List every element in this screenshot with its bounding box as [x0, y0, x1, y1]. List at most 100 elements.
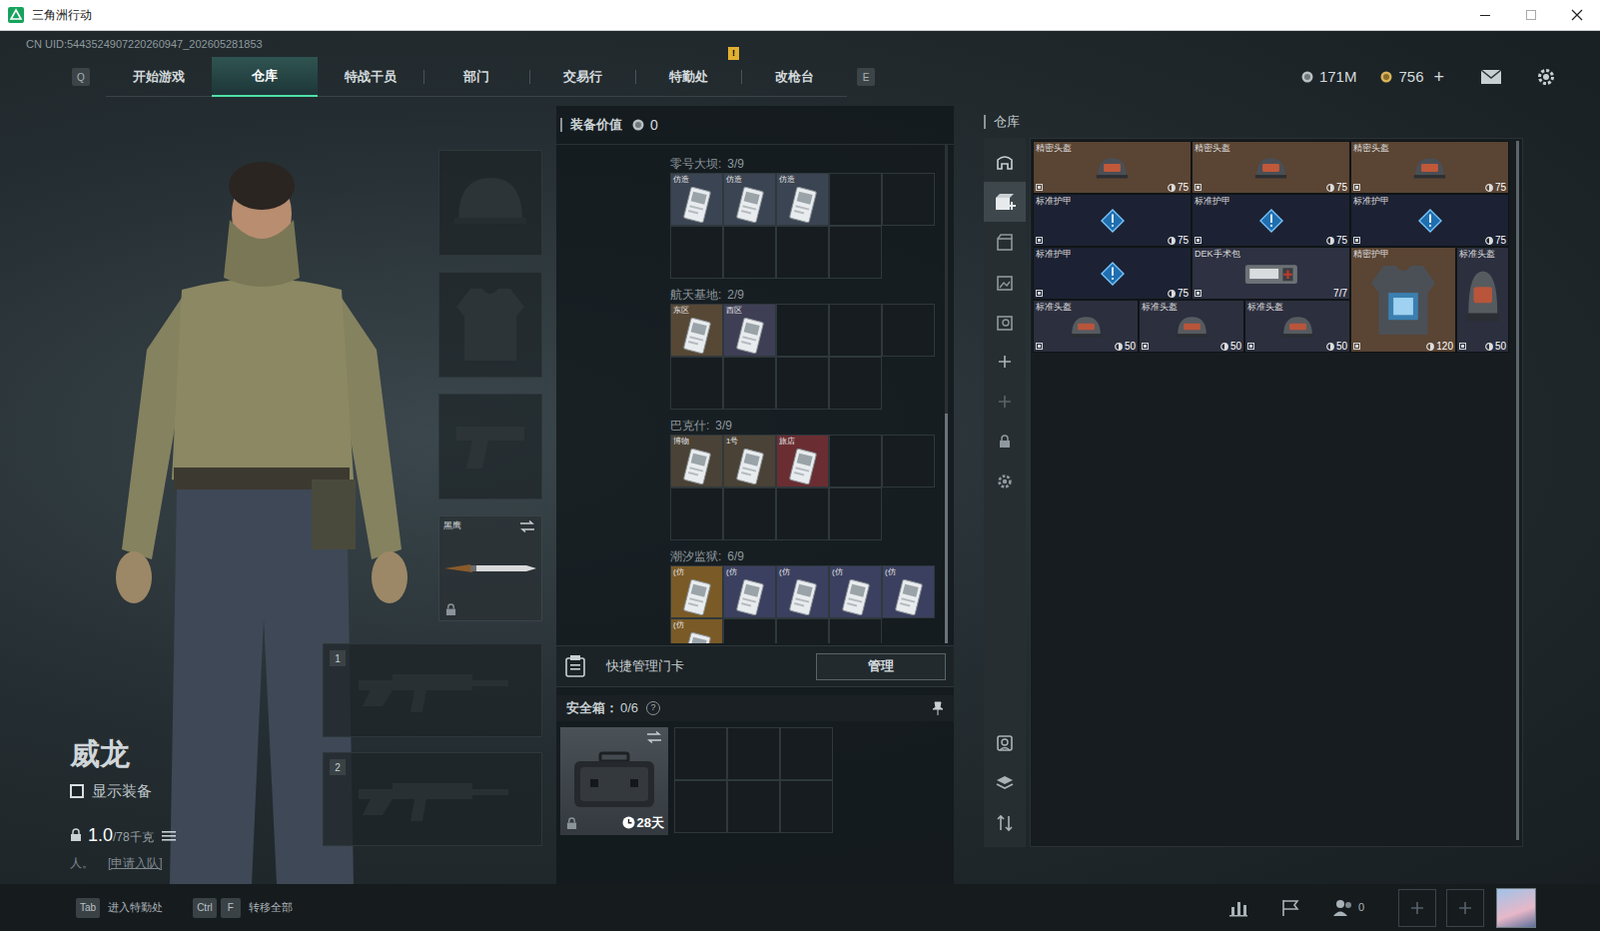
weapon-slot[interactable]: 2 [322, 752, 543, 846]
warehouse-item[interactable]: 标准头盔50 [1032, 299, 1139, 353]
item-name: 精密头盔 [1353, 142, 1390, 154]
safe-box-slot[interactable] [674, 727, 728, 781]
sidebar-tool[interactable] [983, 421, 1026, 462]
key-card[interactable]: 西区 [723, 303, 777, 357]
lock-icon [998, 434, 1011, 449]
safe-box-slot[interactable] [780, 727, 833, 781]
avatar[interactable] [1496, 887, 1537, 928]
item-name: 标准头盔 [1035, 301, 1072, 313]
team-slot[interactable] [1398, 888, 1437, 927]
nav-tab[interactable]: 仓库 [211, 56, 318, 97]
warehouse-item[interactable]: 精密头盔75 [1350, 140, 1510, 194]
equipment-slot[interactable] [438, 271, 543, 378]
scrollbar[interactable] [944, 144, 948, 644]
key-card[interactable]: (仿 [828, 565, 882, 619]
prev-key[interactable]: Q [71, 67, 90, 86]
warehouse-item[interactable]: 标准头盔50 [1456, 246, 1510, 353]
sidebar-tool[interactable] [983, 802, 1026, 843]
warehouse-item[interactable]: 标准头盔50 [1138, 299, 1245, 353]
item-card: 标准护甲75 [1192, 194, 1350, 246]
sidebar-tool[interactable] [983, 141, 1026, 182]
equipment-slot[interactable]: 黑鹰 [438, 515, 543, 622]
key-card[interactable]: 旅店 [776, 434, 829, 488]
item-footer: 75 [1033, 234, 1191, 246]
key-card[interactable]: 仿造 [776, 172, 829, 226]
safe-box-slot[interactable] [727, 727, 781, 781]
maximize-button[interactable] [1508, 0, 1555, 31]
manage-button[interactable]: 管理 [815, 653, 946, 681]
key-card[interactable]: (仿 [881, 565, 935, 619]
key-card[interactable]: 仿造 [723, 172, 777, 226]
key-card[interactable]: 博物 [670, 434, 724, 488]
key-card[interactable]: 东区 [670, 303, 724, 357]
item-name-row: 精密头盔 [1192, 141, 1350, 154]
nav-tab[interactable]: 改枪台 [741, 56, 847, 97]
safe-box-slot[interactable] [727, 780, 781, 833]
sidebar-tool[interactable] [983, 763, 1026, 803]
key-card[interactable]: (仿 [670, 618, 724, 644]
key-slot [723, 487, 777, 541]
key-card[interactable]: 1号 [723, 434, 777, 488]
invite-link[interactable]: [申请入队] [107, 853, 163, 872]
durability-icon [1426, 342, 1435, 351]
item-value: 50 [1495, 340, 1507, 352]
key-grid-row [670, 487, 935, 541]
show-gear-toggle[interactable]: 显示装备 [69, 780, 321, 803]
safe-box[interactable]: 28天 [560, 727, 669, 835]
warehouse-item[interactable]: 标准头盔50 [1244, 299, 1351, 353]
sidebar-tool[interactable] [983, 261, 1026, 302]
list-icon[interactable] [161, 829, 176, 842]
safe-box-slot[interactable] [780, 780, 833, 833]
show-gear-checkbox[interactable] [69, 784, 84, 799]
equipment-slot[interactable] [438, 393, 543, 500]
sidebar-tool[interactable] [983, 461, 1026, 502]
weapon-slot-number: 2 [329, 759, 346, 776]
warehouse-item[interactable]: 标准护甲75 [1032, 193, 1192, 247]
mail-icon[interactable] [1480, 68, 1503, 85]
sidebar-tool[interactable] [983, 341, 1026, 382]
sidebar-tool[interactable] [983, 221, 1026, 262]
team-slot[interactable] [1446, 888, 1485, 927]
key-card[interactable]: (仿 [723, 565, 777, 619]
warehouse-item[interactable]: 精密头盔75 [1032, 140, 1192, 194]
nav-tab[interactable]: 部门 [423, 56, 530, 97]
warehouse-item[interactable]: 精密头盔75 [1191, 140, 1351, 194]
key-card[interactable]: (仿 [776, 565, 829, 619]
tab-label: 部门 [463, 66, 490, 87]
next-key[interactable]: E [856, 67, 875, 86]
key-card-label: 东区 [673, 305, 690, 316]
sidebar-tool[interactable] [983, 301, 1026, 342]
add-currency-button[interactable]: + [1433, 63, 1445, 91]
close-button[interactable] [1554, 0, 1600, 31]
friends-button[interactable]: 0 [1332, 898, 1365, 917]
warehouse-item[interactable]: 精密护甲120 [1350, 246, 1457, 353]
warehouse-item[interactable]: 标准护甲75 [1191, 193, 1351, 247]
nav-tab[interactable]: 特勤处! [635, 56, 742, 97]
main-area: CN UID:5443524907220260947_202605281853Q… [0, 30, 1600, 931]
weapon-slot[interactable]: 1 [322, 643, 543, 738]
shortcut[interactable]: CtrlF转移全部 [192, 897, 293, 918]
key-slot [828, 303, 882, 357]
stats-icon[interactable] [1228, 898, 1249, 917]
warehouse-item[interactable]: 标准护甲75 [1032, 246, 1192, 300]
minimize-button[interactable] [1462, 0, 1509, 31]
flag-icon[interactable] [1280, 898, 1301, 917]
key-slot [828, 356, 882, 410]
nav-tab[interactable]: 开始游戏 [105, 56, 212, 97]
shortcut[interactable]: Tab进入特勤处 [75, 897, 163, 918]
sidebar-tool[interactable] [983, 723, 1026, 764]
warehouse-scrollbar[interactable] [1516, 140, 1520, 840]
equipment-slot[interactable] [438, 149, 543, 256]
nav-tab[interactable]: 交易行 [529, 56, 636, 97]
nav-tab[interactable]: 特战干员 [317, 56, 424, 97]
key-card[interactable]: 仿造 [670, 172, 724, 226]
warehouse-item[interactable]: 标准护甲75 [1350, 193, 1510, 247]
sidebar-tool[interactable] [983, 181, 1026, 222]
gear-icon[interactable] [1536, 66, 1557, 87]
safe-box-slot[interactable] [674, 780, 728, 833]
key-card[interactable]: (仿 [670, 565, 724, 619]
scrollbar-thumb[interactable] [944, 413, 948, 644]
warehouse-item[interactable]: DEK手术包7/7 [1191, 246, 1351, 300]
help-button[interactable]: ? [646, 701, 661, 716]
item-image-icon [1457, 259, 1509, 341]
